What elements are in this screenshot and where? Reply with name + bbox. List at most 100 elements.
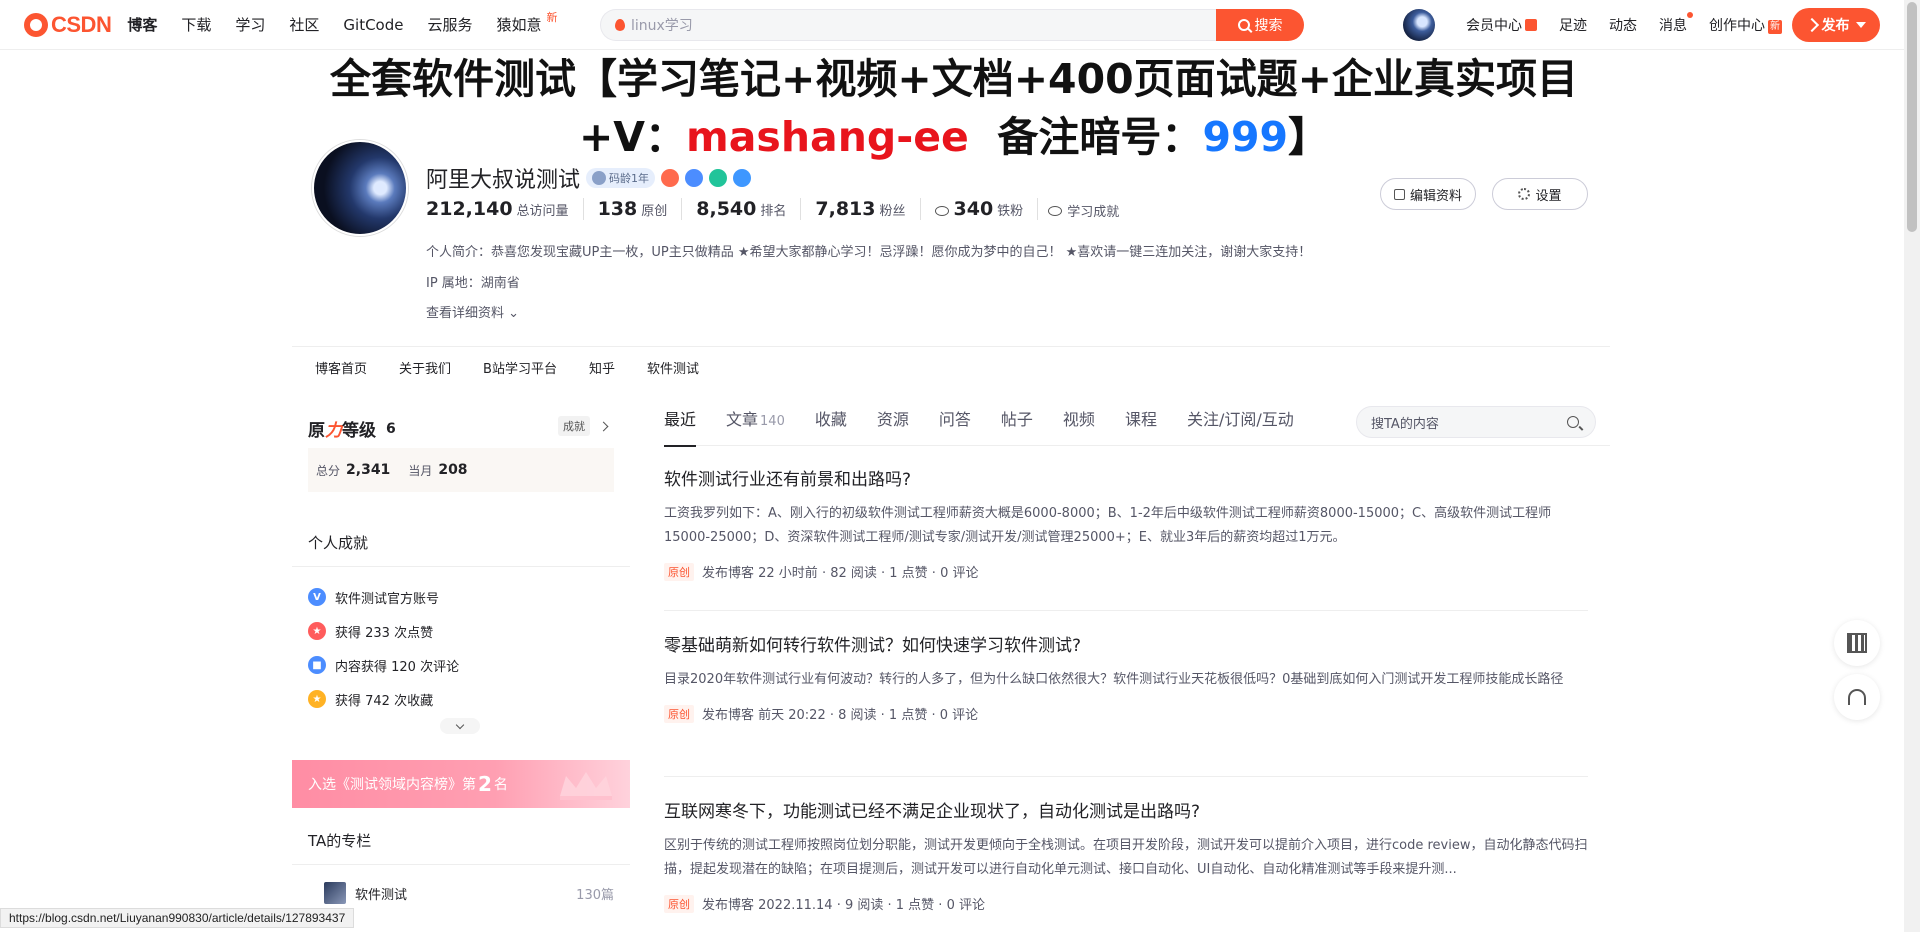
- article-title[interactable]: 零基础萌新如何转行软件测试？如何快速学习软件测试?: [664, 634, 1588, 658]
- stat-original-num: 138: [597, 198, 638, 220]
- messages-link[interactable]: 消息: [1659, 12, 1693, 35]
- honor-icon[interactable]: [661, 169, 680, 187]
- blogger-icon[interactable]: [709, 169, 728, 187]
- month-score: 208: [438, 462, 468, 478]
- edit-profile-button[interactable]: 编辑资料: [1380, 178, 1476, 210]
- settings-label: 设置: [1535, 188, 1562, 204]
- eye-icon: [934, 206, 949, 216]
- article-summary[interactable]: 工资我罗列如下：A、刚入行的初级软件测试工程师薪资大概是6000-8000；B、…: [664, 502, 1588, 550]
- view-details-label: 查看详细资料: [426, 306, 505, 321]
- expand-achievements-button[interactable]: [440, 718, 480, 734]
- csdn-logo-text: CSDN: [51, 11, 112, 37]
- learning-achievement-link[interactable]: 学习成就: [1048, 201, 1119, 220]
- article-title[interactable]: 互联网寒冬下，功能测试已经不满足企业现状了，自动化测试是出路吗?: [664, 800, 1588, 824]
- stat-iron-fans[interactable]: 340 铁粉: [934, 198, 1039, 220]
- achievement-pill: 成就: [558, 416, 590, 436]
- profile-header: 阿里大叔说测试 码龄1年 212,140 总访问量 138 原创 8,540 排名 7…: [292, 136, 1616, 346]
- nav-blog[interactable]: 博客: [127, 0, 157, 50]
- vip-center-link[interactable]: 会员中心: [1466, 15, 1537, 35]
- profile-name: 阿里大叔说测试: [426, 168, 581, 193]
- blog-nav-about[interactable]: 关于我们: [399, 358, 451, 377]
- user-links: 会员中心 足迹 动态 消息 创作中心新: [1466, 0, 1804, 50]
- level-achievement-link[interactable]: 成就: [558, 416, 609, 436]
- stat-fans[interactable]: 7,813 粉丝: [815, 198, 921, 220]
- blog-nav-bilibili[interactable]: B站学习平台: [483, 358, 557, 377]
- search-icon[interactable]: [1567, 416, 1579, 428]
- chevron-down-icon: [455, 720, 465, 729]
- article-meta: 原创 发布博客 前天 20:22 · 8 阅读 · 1 点赞 · 0 评论: [664, 704, 1588, 723]
- publish-label: 发布: [1821, 18, 1850, 34]
- user-content-search[interactable]: 搜TA的内容: [1356, 406, 1596, 438]
- activity-link[interactable]: 动态: [1609, 15, 1637, 35]
- name-row: 阿里大叔说测试 码龄1年: [426, 162, 752, 194]
- tab-videos[interactable]: 视频: [1063, 400, 1095, 446]
- ranking-banner[interactable]: 入选《测试领域内容榜》第 2 名: [292, 760, 630, 808]
- nav-download[interactable]: 下载: [181, 0, 211, 50]
- article-summary[interactable]: 目录2020年软件测试行业有何波动？转行的人多了，但为什么缺口依然很大？软件测试…: [664, 668, 1588, 692]
- code-age-badge[interactable]: 码龄1年: [586, 168, 656, 188]
- profile-bio: 个人简介：恭喜您发现宝藏UP主一枚，UP主只做精品 ★希望大家都静心学习！忌浮躁…: [426, 245, 1312, 260]
- footprint-link[interactable]: 足迹: [1559, 15, 1587, 35]
- edit-icon: [1393, 188, 1405, 200]
- publish-button[interactable]: 发布: [1792, 8, 1880, 42]
- original-tag: 原创: [664, 562, 694, 581]
- stat-rank-num: 8,540: [696, 198, 757, 220]
- qr-code-button[interactable]: [1834, 620, 1880, 666]
- user-search-placeholder: 搜TA的内容: [1371, 416, 1439, 432]
- tab-qa[interactable]: 问答: [939, 400, 971, 446]
- headset-icon: [1848, 689, 1866, 705]
- column-name: 软件测试: [355, 887, 408, 903]
- csdn-logo-icon: [24, 12, 48, 37]
- code-age-icon: [592, 171, 607, 185]
- tab-courses[interactable]: 课程: [1125, 400, 1157, 446]
- blog-nav-testing[interactable]: 软件测试: [647, 358, 699, 377]
- verified-v-icon: V: [308, 588, 326, 606]
- nav-learn[interactable]: 学习: [235, 0, 265, 50]
- level-number: 6: [386, 420, 396, 437]
- customer-service-button[interactable]: [1834, 674, 1880, 720]
- tab-favorites[interactable]: 收藏: [815, 400, 847, 446]
- tab-resources[interactable]: 资源: [877, 400, 909, 446]
- divider: [292, 864, 630, 865]
- nav-cloud[interactable]: 云服务: [427, 0, 472, 50]
- nav-gitcode[interactable]: GitCode: [343, 0, 403, 50]
- article-meta-text: 发布博客 前天 20:22 · 8 阅读 · 1 点赞 · 0 评论: [702, 708, 979, 723]
- tab-posts[interactable]: 帖子: [1001, 400, 1033, 446]
- csdn-logo[interactable]: CSDN: [24, 0, 112, 50]
- tab-recent[interactable]: 最近: [664, 400, 697, 447]
- article-summary[interactable]: 区别于传统的测试工程师按照岗位划分职能，测试开发更倾向于全栈测试。在项目开发阶段…: [664, 834, 1588, 882]
- view-details-link[interactable]: 查看详细资料 ⌄: [426, 302, 519, 321]
- stat-visits-label: 总访问量: [516, 204, 569, 219]
- column-count: 130篇: [576, 887, 614, 903]
- search-button[interactable]: 搜索: [1216, 9, 1304, 41]
- tab-articles[interactable]: 文章 140: [726, 400, 785, 446]
- stat-original[interactable]: 138 原创: [598, 198, 683, 220]
- columns-title: TA的专栏: [308, 832, 372, 850]
- creator-center-link[interactable]: 创作中心新: [1709, 15, 1782, 35]
- tab-following[interactable]: 关注/订阅/互动: [1187, 400, 1294, 446]
- nav-yuanruyi[interactable]: 猿如意新: [497, 0, 558, 50]
- achievement-text: 软件测试官方账号: [335, 591, 440, 607]
- article-title[interactable]: 软件测试行业还有前景和出路吗?: [664, 468, 1588, 492]
- achievement-item: V 软件测试官方账号: [308, 580, 459, 614]
- achievement-text: 获得 233 次点赞: [335, 625, 434, 641]
- scrollbar-thumb[interactable]: [1907, 2, 1917, 232]
- divider: [292, 566, 630, 567]
- column-item[interactable]: 软件测试 130篇: [324, 882, 614, 904]
- achievement-item: ★ 获得 742 次收藏: [308, 682, 459, 716]
- blog-nav-zhihu[interactable]: 知乎: [589, 358, 615, 377]
- stat-visits[interactable]: 212,140 总访问量: [426, 198, 584, 220]
- rank-number: 2: [478, 772, 492, 796]
- expert-icon[interactable]: [733, 169, 752, 187]
- verified-icon[interactable]: [685, 169, 704, 187]
- nav-community[interactable]: 社区: [289, 0, 319, 50]
- stat-rank[interactable]: 8,540 排名: [696, 198, 802, 220]
- blog-nav-home[interactable]: 博客首页: [315, 358, 367, 377]
- settings-button[interactable]: 设置: [1492, 178, 1588, 210]
- page-scrollbar[interactable]: [1904, 0, 1920, 932]
- achievement-icon: [1048, 206, 1063, 216]
- banner-line-1: 全套软件测试【学习笔记+视频+文档+400页面试题+企业真实项目: [330, 55, 1578, 103]
- profile-avatar[interactable]: [312, 140, 408, 236]
- user-avatar[interactable]: [1403, 9, 1435, 41]
- search-input[interactable]: linux学习: [600, 9, 1216, 41]
